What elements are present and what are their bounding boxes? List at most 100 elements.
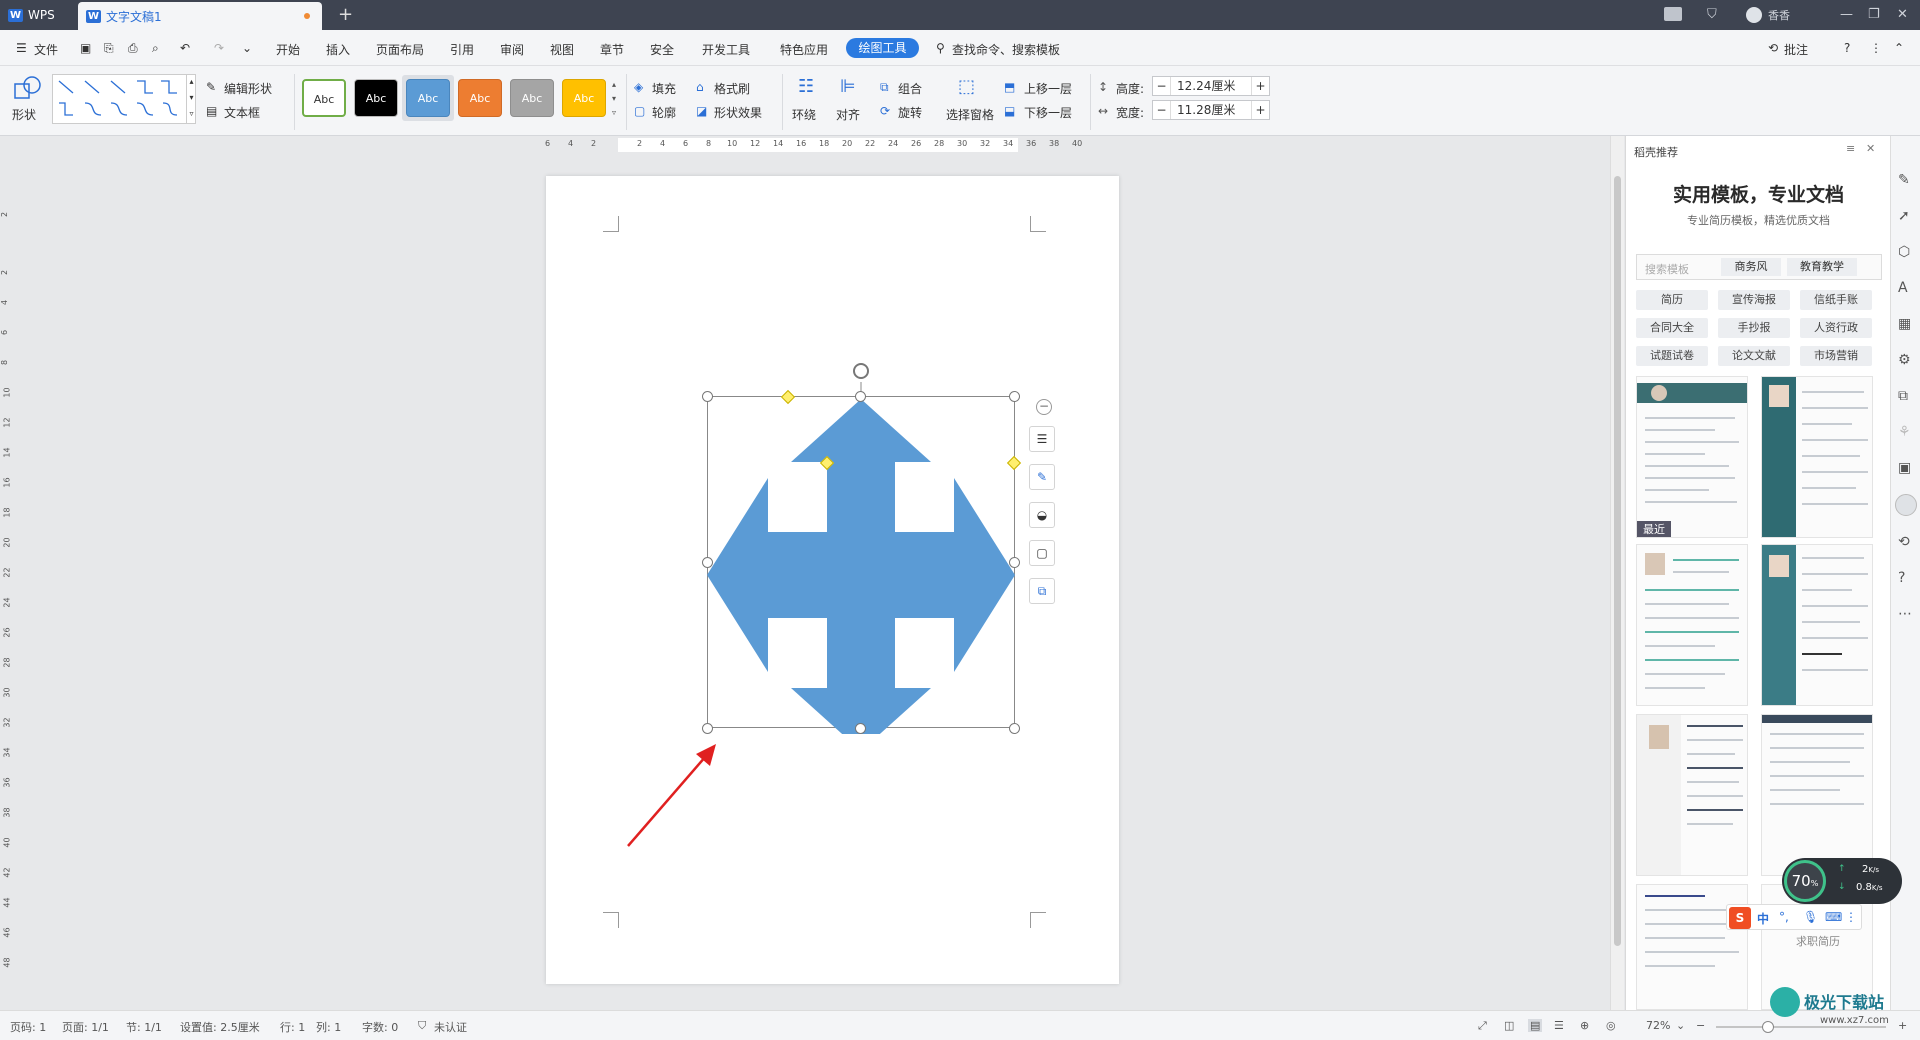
resize-handle-e[interactable]: [1009, 557, 1020, 568]
horizontal-ruler[interactable]: 6 4 2 2 4 6 8 10 12 14 16 18 20 22 24 26…: [0, 136, 1610, 154]
hamburger-icon[interactable]: ☰: [16, 41, 27, 55]
read-mode-icon[interactable]: ◫: [1504, 1019, 1514, 1032]
maximize-icon[interactable]: ❐: [1868, 7, 1880, 22]
chip-resume[interactable]: 简历: [1636, 290, 1708, 310]
table-icon[interactable]: ▦: [1898, 316, 1914, 332]
status-auth[interactable]: 未认证: [434, 1019, 467, 1035]
width-decrease-button[interactable]: −: [1153, 101, 1171, 119]
help-icon[interactable]: ?: [1844, 41, 1850, 55]
panel-menu-icon[interactable]: ≡: [1846, 142, 1855, 155]
new-tab-button[interactable]: +: [338, 4, 353, 25]
wrap-button[interactable]: 环绕: [792, 106, 816, 123]
status-row[interactable]: 行: 1: [280, 1019, 305, 1035]
width-value[interactable]: 11.28厘米: [1177, 101, 1235, 119]
shape-button[interactable]: 形状: [12, 106, 36, 123]
pen-icon[interactable]: ✎: [1898, 172, 1914, 188]
fill-bucket-icon[interactable]: ◒: [1029, 502, 1055, 528]
format-painter-button[interactable]: 格式刷: [714, 80, 750, 97]
ime-menu-icon[interactable]: ⋮: [1845, 910, 1857, 924]
search-tag[interactable]: 教育教学: [1787, 258, 1857, 276]
vertical-ruler[interactable]: 2 2 4 6 8 10 12 14 16 18 20 22 24 26 28 …: [0, 154, 16, 1010]
menu-review[interactable]: 审阅: [500, 41, 524, 58]
resize-handle-n[interactable]: [855, 391, 866, 402]
shapes-icon[interactable]: ⬡: [1898, 244, 1914, 260]
menu-special[interactable]: 特色应用: [780, 41, 828, 58]
user-name[interactable]: 香香: [1768, 7, 1790, 23]
collapse-float-toolbar-icon[interactable]: −: [1036, 399, 1052, 415]
template-search[interactable]: 搜索模板 商务风 教育教学: [1636, 254, 1882, 280]
ime-mode[interactable]: 中: [1757, 910, 1769, 927]
more-horizontal-icon[interactable]: ⋯: [1898, 606, 1914, 622]
status-section[interactable]: 节: 1/1: [126, 1019, 162, 1035]
command-search[interactable]: 查找命令、搜索模板: [952, 41, 1060, 58]
shape-style-gray[interactable]: Abc: [510, 79, 554, 117]
fill-button[interactable]: 填充: [652, 80, 676, 97]
search-tag[interactable]: 商务风: [1721, 258, 1781, 276]
panel-close-icon[interactable]: ✕: [1866, 142, 1875, 155]
chip-exams[interactable]: 试题试卷: [1636, 346, 1708, 366]
resize-handle-nw[interactable]: [702, 391, 713, 402]
menu-home[interactable]: 开始: [276, 41, 300, 58]
status-page[interactable]: 页面: 1/1: [62, 1019, 109, 1035]
template-thumbnail[interactable]: [1761, 544, 1873, 706]
redo-icon[interactable]: ↷: [214, 41, 224, 55]
shape-effect-button[interactable]: 形状效果: [714, 104, 762, 121]
select-pane-button[interactable]: 选择窗格: [946, 106, 994, 123]
tab-wps-home[interactable]: W WPS: [0, 0, 75, 30]
save-icon[interactable]: ▣: [80, 41, 91, 55]
rotate-handle-icon[interactable]: [853, 363, 869, 379]
network-speed-widget[interactable]: 70% ↑ 2K/s ↓ 0.8K/s: [1782, 858, 1902, 904]
text-box-button[interactable]: 文本框: [224, 104, 260, 121]
microphone-icon[interactable]: 🎙: [1803, 910, 1818, 924]
filter-icon[interactable]: ⚙: [1898, 352, 1914, 368]
line-gallery[interactable]: [52, 74, 196, 124]
group-button[interactable]: 组合: [898, 80, 922, 97]
zoom-out-icon[interactable]: −: [1696, 1019, 1705, 1032]
menu-chapter[interactable]: 章节: [600, 41, 624, 58]
menu-drawing-tools[interactable]: 绘图工具: [846, 38, 919, 58]
resize-handle-ne[interactable]: [1009, 391, 1020, 402]
scrollbar-thumb[interactable]: [1614, 176, 1621, 946]
keyboard-icon[interactable]: ⌨: [1825, 910, 1842, 924]
outline-view-icon[interactable]: ☰: [1554, 1019, 1564, 1032]
undo-icon[interactable]: ↶: [180, 41, 190, 55]
chip-contracts[interactable]: 合同大全: [1636, 318, 1708, 338]
height-input[interactable]: − 12.24厘米 +: [1152, 76, 1270, 96]
resize-handle-se[interactable]: [1009, 723, 1020, 734]
annotate-button[interactable]: 批注: [1784, 41, 1808, 58]
vertical-scrollbar[interactable]: [1610, 136, 1624, 1010]
help-circle-icon[interactable]: ?: [1898, 570, 1914, 586]
template-thumbnail[interactable]: [1761, 376, 1873, 538]
search-icon[interactable]: ⚲: [936, 41, 945, 55]
avatar[interactable]: [1746, 7, 1762, 23]
edit-pen-icon[interactable]: ✎: [1029, 464, 1055, 490]
menu-developer[interactable]: 开发工具: [702, 41, 750, 58]
ime-toolbar[interactable]: S 中 °, 🎙 ⌨ ⋮: [1726, 904, 1862, 930]
align-button[interactable]: 对齐: [836, 106, 860, 123]
bring-forward-button[interactable]: 上移一层: [1024, 80, 1072, 97]
web-view-icon[interactable]: ⊕: [1580, 1019, 1589, 1032]
page-view-icon[interactable]: ▤: [1528, 1019, 1543, 1032]
menu-references[interactable]: 引用: [450, 41, 474, 58]
send-backward-button[interactable]: 下移一层: [1024, 104, 1072, 121]
close-icon[interactable]: ✕: [1897, 7, 1908, 22]
template-thumbnail[interactable]: 最近: [1636, 376, 1748, 538]
image-icon[interactable]: ▣: [1898, 460, 1914, 476]
resize-handle-w[interactable]: [702, 557, 713, 568]
collapse-ribbon-icon[interactable]: ⌃: [1894, 41, 1904, 55]
more-icon[interactable]: ⋮: [1870, 41, 1882, 55]
height-increase-button[interactable]: +: [1251, 77, 1269, 95]
outline-frame-icon[interactable]: ▢: [1029, 540, 1055, 566]
chip-hr[interactable]: 人资行政: [1800, 318, 1872, 338]
zoom-dropdown-icon[interactable]: ⌄: [1676, 1019, 1685, 1032]
chip-stationery[interactable]: 信纸手账: [1800, 290, 1872, 310]
preview-icon[interactable]: ⌕: [152, 41, 159, 56]
menu-page-layout[interactable]: 页面布局: [376, 41, 424, 58]
template-thumbnail[interactable]: [1636, 884, 1748, 1010]
height-value[interactable]: 12.24厘米: [1177, 77, 1235, 95]
outline-button[interactable]: 轮廓: [652, 104, 676, 121]
zoom-level[interactable]: 72%: [1646, 1019, 1670, 1032]
gallery-scroll-icon[interactable]: ▴ ▾ ▿: [186, 74, 196, 124]
edit-shape-button[interactable]: 编辑形状: [224, 80, 272, 97]
page-count-icon[interactable]: [1664, 7, 1682, 21]
